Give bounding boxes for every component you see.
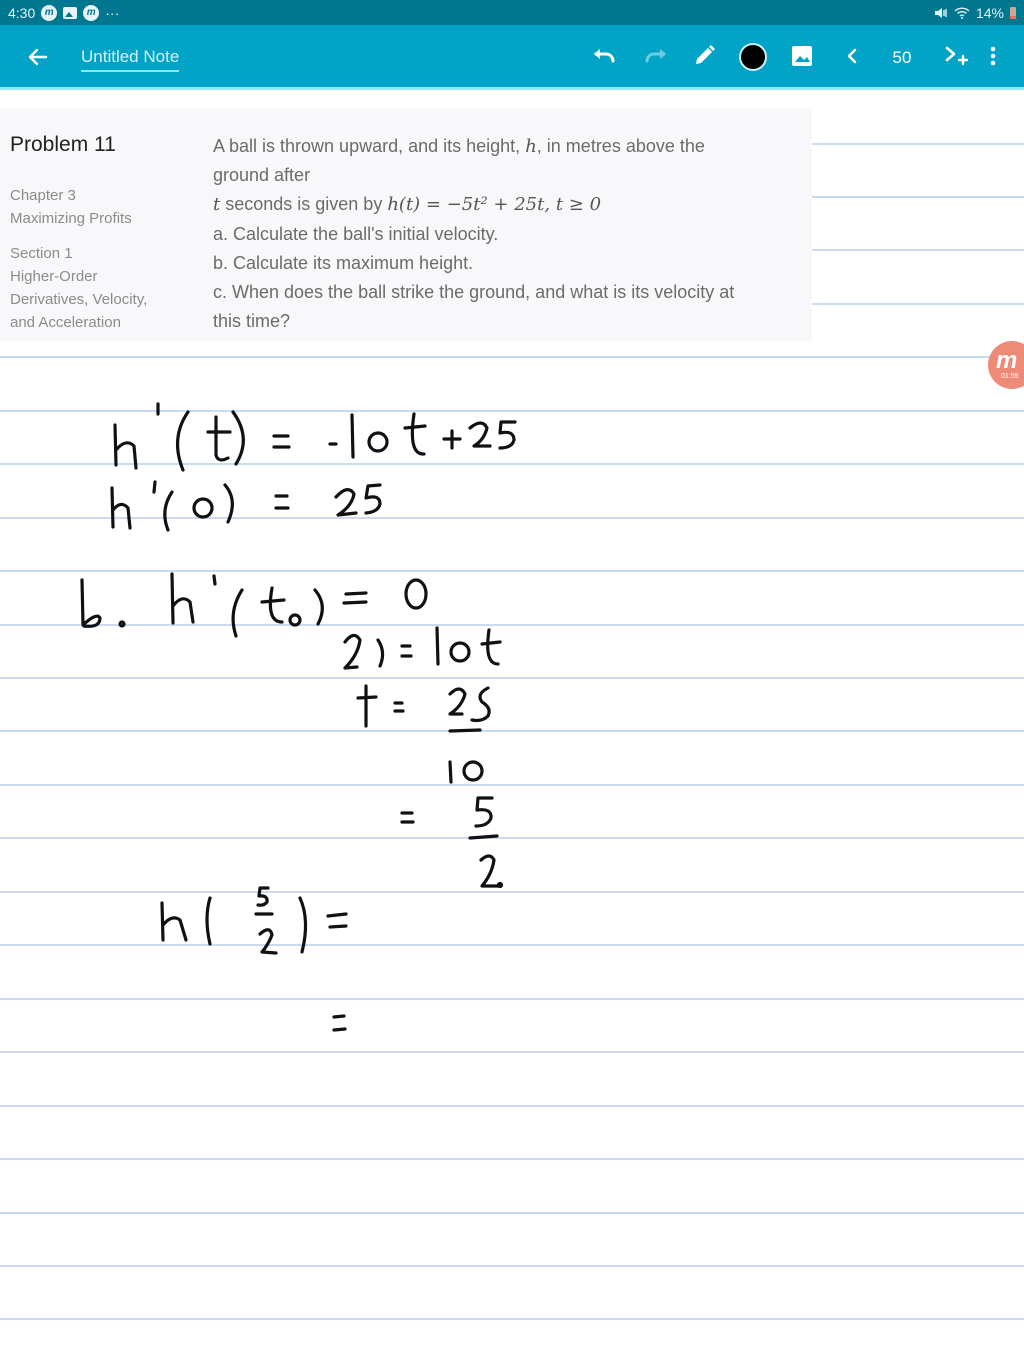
chapter-info: Chapter 3 Maximizing Profits: [10, 184, 132, 230]
recorder-logo-icon: m: [996, 347, 1018, 374]
ruled-line: [0, 730, 1024, 732]
ruled-line: [0, 1212, 1024, 1214]
ruled-line: [0, 463, 1024, 465]
formula: h(t) = −5t² + 25t, t ≥ 0: [387, 194, 602, 216]
section-info: Section 1 Higher-Order Derivatives, Velo…: [10, 242, 147, 334]
ruled-line: [812, 196, 1024, 198]
ruled-line: [0, 784, 1024, 786]
ruled-line: [0, 944, 1024, 946]
chapter-name: Maximizing Profits: [10, 210, 132, 227]
ruled-line: [0, 624, 1024, 626]
part-a: a. Calculate the ball's initial velocity…: [213, 223, 499, 244]
ruled-line: [0, 410, 1024, 412]
ruled-line: [812, 303, 1024, 305]
part-c-cont: this time?: [213, 311, 291, 332]
ruled-line: [0, 570, 1024, 572]
statement-line: t seconds is given by h(t) = −5t² + 25t,…: [213, 194, 602, 216]
ruled-line: [0, 1265, 1024, 1267]
section-name-line: Higher-Order: [10, 268, 98, 285]
section-name-line: and Acceleration: [10, 314, 121, 331]
ruled-line: [0, 1105, 1024, 1107]
problem-card: Problem 11 Chapter 3 Maximizing Profits …: [0, 108, 812, 341]
problem-title: Problem 11: [10, 133, 116, 156]
ruled-line: [0, 1158, 1024, 1160]
ruled-line: [812, 143, 1024, 145]
ruled-line: [0, 1051, 1024, 1053]
section-name-line: Derivatives, Velocity,: [10, 291, 148, 308]
problem-statement: A ball is thrown upward, and its height,…: [213, 132, 803, 336]
ruled-line: [812, 249, 1024, 251]
ruled-line: [0, 677, 1024, 679]
statement-line: ground after: [213, 165, 311, 186]
part-b: b. Calculate its maximum height.: [213, 252, 474, 273]
section-label: Section 1: [10, 245, 73, 262]
ruled-line: [0, 517, 1024, 519]
ruled-line: [0, 1318, 1024, 1320]
chapter-label: Chapter 3: [10, 187, 76, 204]
ruled-line: [0, 837, 1024, 839]
recording-timer: 01:55: [1001, 373, 1019, 380]
statement-line: A ball is thrown upward, and its height,…: [213, 136, 705, 157]
ruled-line: [0, 891, 1024, 893]
part-c: c. When does the ball strike the ground,…: [213, 282, 735, 303]
ruled-line: [0, 356, 1024, 358]
ruled-line: [0, 998, 1024, 1000]
